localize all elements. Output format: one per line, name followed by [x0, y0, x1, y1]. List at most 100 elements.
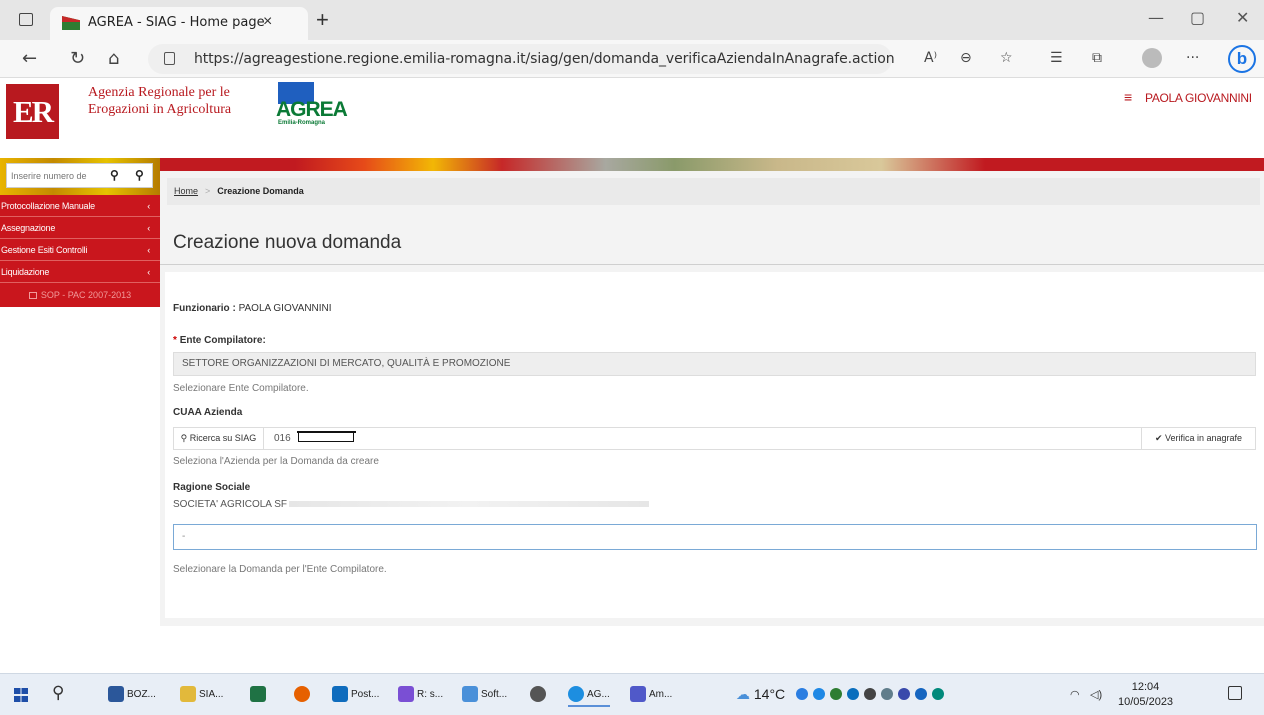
taskbar-app-edge[interactable]: AG... [568, 683, 610, 707]
favorites-icon[interactable]: ☰ [1050, 50, 1063, 66]
refresh-icon[interactable]: ↻ [70, 48, 85, 69]
taskbar-app-mail[interactable]: R: s... [398, 683, 443, 707]
cuaa-input[interactable]: 016 [274, 428, 291, 449]
ragione-sociale-value: SOCIETA' AGRICOLA SF [173, 499, 649, 510]
required-mark: * [173, 335, 177, 346]
search-input[interactable] [11, 167, 103, 184]
tab-close-icon[interactable]: × [263, 13, 272, 31]
more-menu-icon[interactable]: ··· [1186, 50, 1199, 66]
browser-tab[interactable]: AGREA - SIAG - Home page × [50, 7, 308, 40]
taskbar-app-siag[interactable]: SIA... [180, 683, 223, 707]
lock-icon[interactable] [164, 52, 175, 65]
chevron-left-icon: ‹ [147, 245, 150, 255]
ente-label: Ente Compilatore: [179, 335, 266, 346]
system-tray-icons[interactable] [796, 688, 976, 702]
tab-title: AGREA - SIAG - Home page [88, 15, 265, 30]
funzionario-row: Funzionario : PAOLA GIOVANNINI [173, 303, 332, 314]
url-text[interactable]: https://agreagestione.regione.emilia-rom… [194, 51, 895, 67]
agrea-logo[interactable]: AGREA Emilia-Romagna [276, 82, 348, 130]
divider [160, 264, 1264, 265]
bing-icon[interactable]: b [1228, 45, 1256, 73]
hamburger-menu-icon[interactable]: ≡ [1124, 89, 1132, 105]
windows-taskbar: ⚲ BOZ... SIA... Post... R: s... Soft... … [0, 673, 1264, 715]
folder-icon [180, 686, 196, 703]
verifica-anagrafe-button[interactable]: ✔ Verifica in anagrafe [1141, 428, 1255, 449]
outlook-icon [332, 686, 348, 703]
tab-actions-icon[interactable] [19, 13, 33, 26]
search-icon[interactable]: ⚲ [52, 683, 64, 703]
cuaa-input-group: ⚲ Ricerca su SIAG 016 ✔ Verifica in anag… [173, 427, 1256, 450]
advanced-search-icon[interactable]: ⚲ [135, 168, 144, 182]
taskbar-app-software[interactable]: Soft... [462, 683, 507, 707]
er-logo[interactable]: ER [6, 84, 59, 139]
read-aloud-icon[interactable]: A⁾ [924, 50, 937, 66]
volume-icon[interactable]: ◁) [1090, 688, 1102, 701]
clock-date: 10/05/2023 [1118, 696, 1174, 708]
taskbar-app-excel[interactable] [250, 683, 269, 707]
sidebar-item-liquidazione[interactable]: Liquidazione ‹ [0, 261, 160, 283]
software-center-icon [462, 686, 478, 703]
check-icon: ✔ [1154, 433, 1163, 443]
user-name[interactable]: PAOLA GIOVANNINI [1145, 91, 1252, 105]
favorite-add-icon[interactable]: ☆ [1000, 50, 1013, 66]
sidebar-item-gestione-esiti[interactable]: Gestione Esiti Controlli ‹ [0, 239, 160, 261]
clock[interactable]: 12:04 10/05/2023 [1118, 680, 1173, 710]
clock-time: 12:04 [1131, 681, 1160, 693]
chevron-left-icon: ‹ [147, 223, 150, 233]
app-icon [530, 686, 546, 703]
back-icon[interactable]: ← [22, 48, 37, 69]
weather-widget[interactable]: ☁ 14°C [736, 686, 785, 703]
sidebar-item-assegnazione[interactable]: Assegnazione ‹ [0, 217, 160, 239]
ente-compilatore-field[interactable]: SETTORE ORGANIZZAZIONI DI MERCATO, QUALI… [173, 352, 1256, 376]
domanda-select[interactable]: - [173, 524, 1257, 550]
ricerca-siag-button[interactable]: ⚲ Ricerca su SIAG [174, 428, 264, 449]
agency-name: Agenzia Regionale per le Erogazioni in A… [88, 85, 232, 117]
notification-icon[interactable] [1228, 686, 1242, 700]
taskbar-app-firefox[interactable] [294, 683, 313, 707]
zoom-icon[interactable]: ⊖ [960, 50, 972, 66]
address-bar[interactable]: https://agreagestione.regione.emilia-rom… [148, 44, 895, 74]
browser-toolbar: ← ↻ ⌂ https://agreagestione.regione.emil… [0, 40, 1264, 78]
funzionario-value: PAOLA GIOVANNINI [238, 303, 332, 314]
taskbar-app-outlook[interactable]: Post... [332, 683, 379, 707]
firefox-icon [294, 686, 310, 703]
maximize-icon[interactable]: ▢ [1190, 8, 1205, 27]
breadcrumb-separator: > [205, 186, 211, 196]
search-icon: ⚲ [180, 433, 188, 443]
wifi-icon[interactable]: ◠ [1070, 688, 1080, 701]
window-close-icon[interactable]: ✕ [1236, 8, 1249, 27]
header-banner [160, 158, 1264, 171]
sidebar-search: ⚲ ⚲ [6, 163, 153, 188]
taskbar-app-unknown[interactable] [530, 683, 549, 707]
breadcrumb-home-link[interactable]: Home [174, 186, 198, 196]
browser-tab-bar: AGREA - SIAG - Home page × + — ▢ ✕ [0, 0, 1264, 40]
taskbar-app-word[interactable]: BOZ... [108, 683, 156, 707]
domanda-help-text: Selezionare la Domanda per l'Ente Compil… [173, 564, 387, 575]
ente-label-row: * Ente Compilatore: [173, 335, 266, 346]
excel-icon [250, 686, 266, 703]
profile-avatar[interactable] [1142, 48, 1162, 68]
minimize-icon[interactable]: — [1148, 8, 1164, 27]
breadcrumb-current: Creazione Domanda [217, 186, 304, 196]
home-icon[interactable]: ⌂ [108, 48, 119, 69]
chevron-left-icon: ‹ [147, 201, 150, 211]
main-content: Home > Creazione Domanda Creazione nuova d… [160, 171, 1264, 626]
funzionario-label: Funzionario : [173, 303, 236, 314]
collections-icon[interactable]: ⧉ [1092, 50, 1102, 66]
new-tab-button[interactable]: + [316, 7, 329, 33]
search-icon[interactable]: ⚲ [110, 168, 119, 182]
taskbar-app-teams[interactable]: Am... [630, 683, 672, 707]
teams-icon [630, 686, 646, 703]
word-icon [108, 686, 124, 703]
page-title: Creazione nuova domanda [173, 232, 402, 253]
cloud-icon: ☁ [736, 686, 750, 702]
chevron-left-icon: ‹ [147, 267, 150, 277]
windows-start-icon[interactable] [14, 688, 28, 702]
banner-image [295, 158, 985, 171]
sidebar-item-protocollazione[interactable]: Protocollazione Manuale ‹ [0, 195, 160, 217]
sidebar: ⚲ ⚲ Protocollazione Manuale ‹ Assegnazio… [0, 158, 160, 315]
form-panel: Funzionario : PAOLA GIOVANNINI * Ente Co… [165, 272, 1264, 618]
sidebar-item-sop[interactable]: SOP - PAC 2007-2013 [0, 283, 160, 307]
sidebar-header: ⚲ ⚲ [0, 158, 160, 195]
ragione-sociale-label: Ragione Sociale [173, 482, 251, 493]
